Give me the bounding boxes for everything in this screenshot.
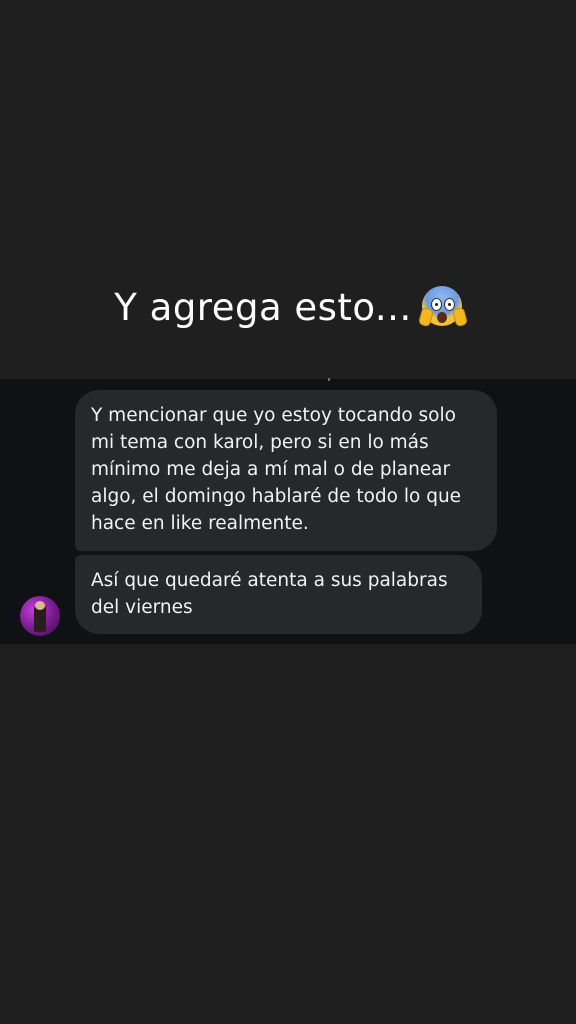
- divider-mark: [328, 378, 330, 381]
- story-screenshot: Y agrega esto... Y mencionar que yo esto…: [0, 0, 576, 1024]
- screaming-face-emoji-icon: [417, 286, 468, 328]
- caption-text: Y agrega esto...: [114, 286, 412, 329]
- story-caption: Y agrega esto...: [0, 282, 576, 334]
- message-bubble[interactable]: Así que quedaré atenta a sus palabras de…: [75, 555, 482, 634]
- chat-screenshot-strip: Y mencionar que yo estoy tocando solo mi…: [0, 378, 576, 644]
- sender-avatar[interactable]: [20, 596, 60, 636]
- message-bubble[interactable]: Y mencionar que yo estoy tocando solo mi…: [75, 390, 497, 551]
- avatar-head-icon: [35, 601, 45, 610]
